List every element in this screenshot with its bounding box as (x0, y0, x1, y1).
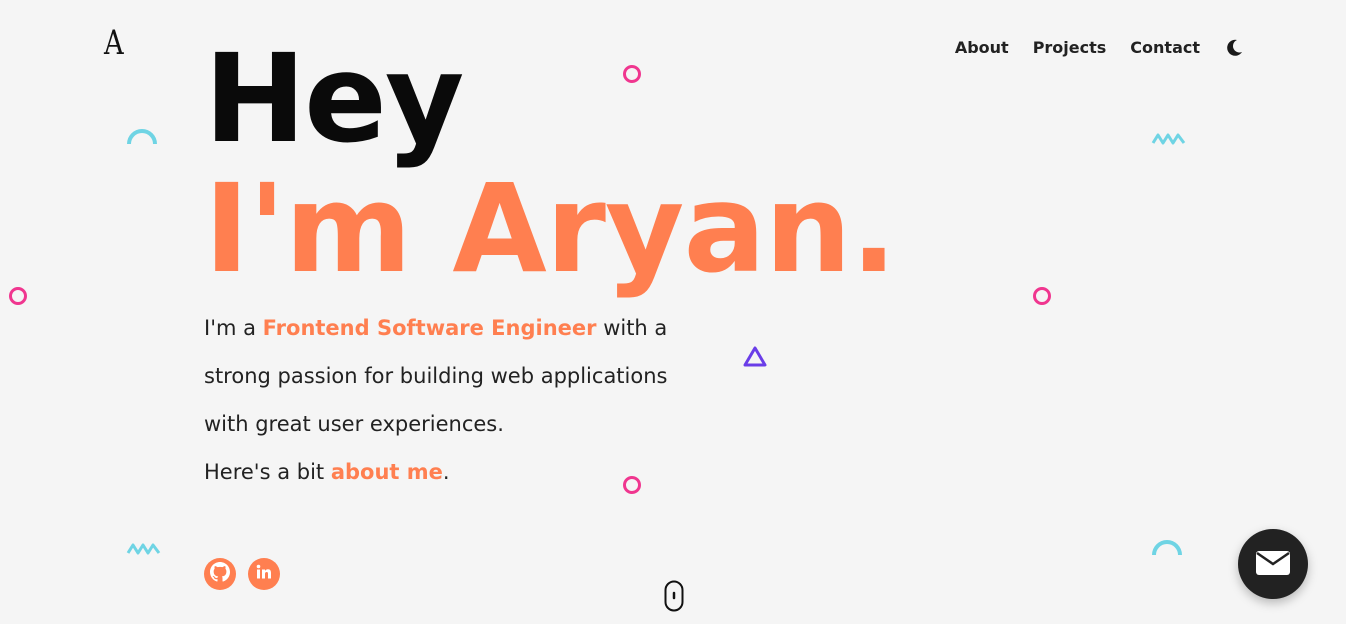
mouse-scroll-icon[interactable] (664, 580, 684, 616)
ring-decoration-icon (623, 476, 641, 494)
top-nav: About Projects Contact (931, 37, 1244, 59)
arc-decoration-icon (1152, 540, 1182, 556)
logo[interactable]: A (104, 26, 124, 60)
about-me-link[interactable]: about me (331, 460, 443, 484)
linkedin-icon (255, 563, 273, 585)
moon-icon[interactable] (1224, 38, 1244, 58)
ring-decoration-icon (623, 65, 641, 83)
ring-decoration-icon (1033, 287, 1051, 305)
bio-more-prefix: Here's a bit (204, 460, 325, 484)
contact-fab-button[interactable] (1238, 529, 1308, 599)
nav-about-link[interactable]: About (955, 37, 1009, 59)
github-link[interactable] (204, 558, 236, 590)
hero-bio: I'm a Frontend Software Engineer with a … (204, 304, 674, 496)
bio-role: Frontend Software Engineer (262, 316, 597, 340)
nav-projects-link[interactable]: Projects (1033, 37, 1107, 59)
linkedin-link[interactable] (248, 558, 280, 590)
hero-greeting: Hey (204, 28, 464, 170)
zigzag-decoration-icon (126, 543, 161, 555)
hero-name: I'm Aryan. (204, 158, 897, 300)
arc-decoration-icon (127, 129, 157, 145)
ring-decoration-icon (9, 287, 27, 305)
bio-more-suffix: . (442, 460, 450, 484)
triangle-decoration-icon (743, 346, 767, 367)
social-links (204, 558, 292, 590)
zigzag-decoration-icon (1151, 133, 1186, 145)
envelope-icon (1256, 550, 1290, 578)
github-icon (210, 562, 230, 586)
nav-contact-link[interactable]: Contact (1130, 37, 1200, 59)
bio-intro: I'm a (204, 316, 256, 340)
